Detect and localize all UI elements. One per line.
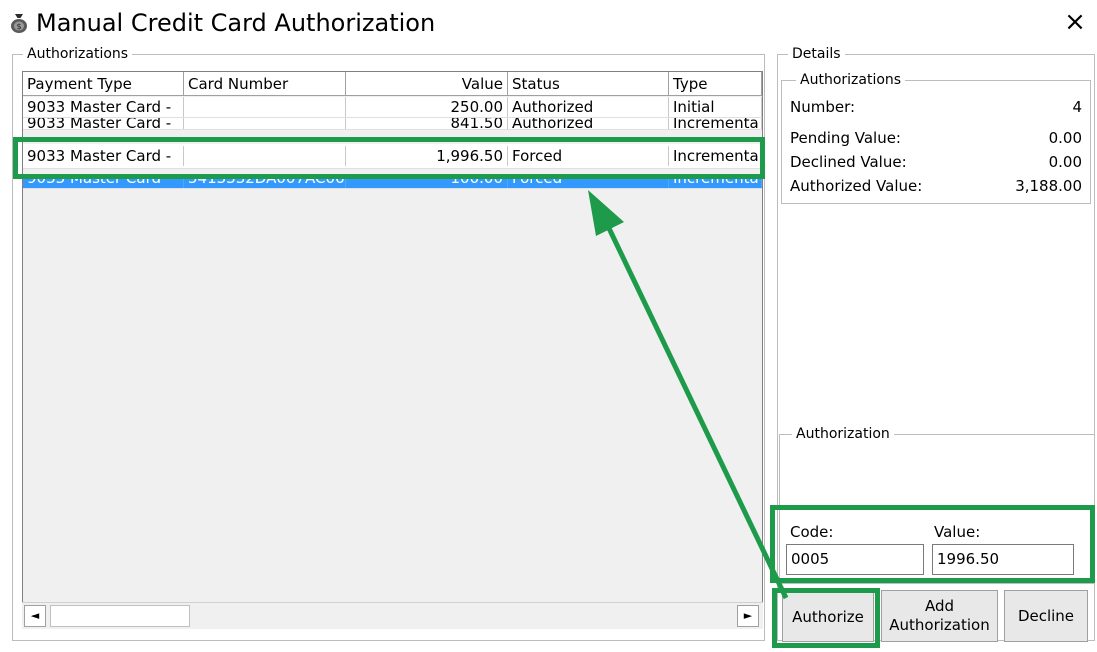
cell-payment-type: 9033 Master Card -: [23, 97, 184, 117]
column-header-status[interactable]: Status: [508, 72, 669, 96]
svg-text:$: $: [16, 22, 21, 31]
close-button[interactable]: ×: [1062, 8, 1088, 36]
pending-value-label: Pending Value:: [790, 129, 901, 147]
column-header-type[interactable]: Type: [669, 72, 762, 96]
scroll-right-button[interactable]: ►: [737, 605, 759, 627]
horizontal-scrollbar[interactable]: ◄ ►: [22, 602, 763, 629]
add-authorization-button[interactable]: Add Authorization: [881, 590, 998, 642]
cell-value: 841.50: [346, 118, 508, 129]
add-authorization-label-line2: Authorization: [889, 616, 990, 634]
authorizations-legend: Authorizations: [23, 46, 133, 62]
table-row[interactable]: 9033 Master Card - 841.50 Authorized Inc…: [23, 118, 762, 130]
cell-payment-type: 9033 Master Card -: [23, 118, 184, 129]
cell-status: Authorized: [508, 97, 669, 117]
authorization-legend: Authorization: [792, 426, 894, 442]
table-row[interactable]: 9033 Master Card - 250.00 Authorized Ini…: [23, 97, 762, 118]
cell-card-number: [184, 118, 346, 129]
details-authorizations-legend: Authorizations: [796, 72, 906, 88]
highlight-code-value-fields: [770, 505, 1095, 583]
cell-type: Incrementa: [669, 118, 762, 129]
declined-value-label: Declined Value:: [790, 153, 907, 171]
cell-value: 250.00: [346, 97, 508, 117]
decline-button[interactable]: Decline: [1004, 590, 1088, 642]
details-legend: Details: [788, 46, 845, 62]
cell-type: Initial: [669, 97, 762, 117]
highlight-authorize-button: [772, 588, 880, 648]
add-authorization-label-line1: Add: [924, 597, 955, 615]
authorized-value-label: Authorized Value:: [790, 177, 923, 195]
money-bag-icon: $: [11, 14, 27, 33]
window-title: Manual Credit Card Authorization: [36, 9, 436, 37]
column-header-card-number[interactable]: Card Number: [184, 72, 346, 96]
authorized-value: 3,188.00: [1015, 177, 1082, 195]
highlight-forced-row: [13, 137, 765, 179]
pending-value: 0.00: [1048, 129, 1082, 147]
scrollbar-thumb[interactable]: [50, 605, 190, 627]
number-value: 4: [1072, 98, 1082, 116]
cell-card-number: [184, 97, 346, 117]
column-header-payment-type[interactable]: Payment Type: [23, 72, 184, 96]
number-label: Number:: [790, 98, 856, 116]
column-header-value[interactable]: Value: [346, 72, 508, 96]
declined-value: 0.00: [1048, 153, 1082, 171]
cell-status: Authorized: [508, 118, 669, 129]
scroll-left-button[interactable]: ◄: [24, 605, 46, 627]
decline-button-label: Decline: [1017, 606, 1075, 625]
